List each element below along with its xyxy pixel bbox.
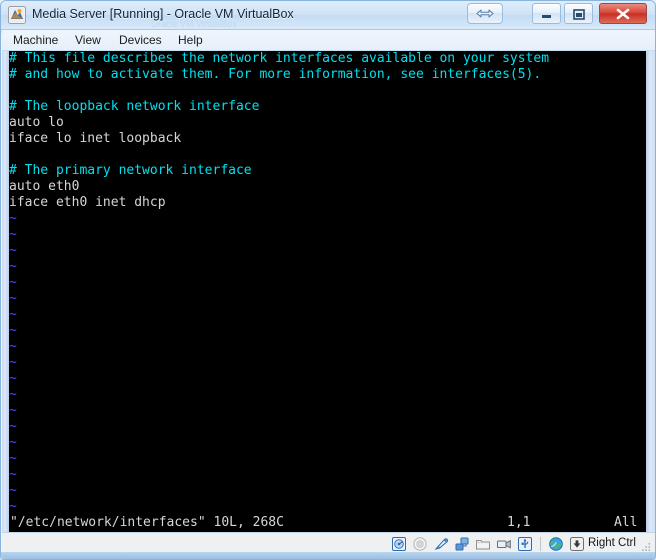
vim-tilde-marker: ~: [9, 499, 17, 514]
menu-item-machine[interactable]: Machine: [13, 33, 58, 49]
vim-line: auto eth0: [9, 179, 549, 195]
vim-status-line: "/etc/network/interfaces" 10L, 268C 1,1 …: [9, 514, 646, 532]
resize-button[interactable]: [467, 3, 503, 24]
display-icon[interactable]: [496, 536, 512, 552]
vim-line-text: auto lo: [9, 115, 64, 130]
vm-display-area[interactable]: # This file describes the network interf…: [2, 51, 655, 532]
virtualbox-icon: [8, 6, 26, 24]
vim-empty-line: ~: [9, 451, 549, 467]
vim-empty-line: ~: [9, 435, 549, 451]
virtualbox-window: Oracle VM VirtualBox Media Server [Runni…: [0, 0, 656, 560]
vim-line-text: [9, 83, 17, 98]
vim-tilde-marker: ~: [9, 339, 17, 354]
vim-line: iface lo inet loopback: [9, 131, 549, 147]
vm-left-edge: [2, 51, 9, 532]
vim-empty-line: ~: [9, 419, 549, 435]
statusbar-divider: [540, 537, 541, 551]
vim-tilde-marker: ~: [9, 211, 17, 226]
usb-icon[interactable]: [517, 536, 533, 552]
host-key-icon[interactable]: [569, 536, 585, 552]
vim-tilde-marker: ~: [9, 259, 17, 274]
resize-grip[interactable]: [640, 540, 652, 552]
vbox-status-bar: Right Ctrl: [2, 532, 655, 554]
vim-empty-line: ~: [9, 323, 549, 339]
floppy-disk-icon[interactable]: [433, 536, 449, 552]
vim-cursor-position: 1,1: [507, 515, 531, 530]
vim-line: auto lo: [9, 115, 549, 131]
vim-line: [9, 83, 549, 99]
vim-line: [9, 147, 549, 163]
vim-tilde-marker: ~: [9, 467, 17, 482]
menu-item-help[interactable]: Help: [178, 33, 203, 49]
vim-line-text: iface eth0 inet dhcp: [9, 195, 166, 210]
vim-line-text: # The loopback network interface: [9, 99, 260, 114]
vim-tilde-marker: ~: [9, 387, 17, 402]
vim-scroll-indicator: All: [614, 515, 638, 530]
vim-empty-line: ~: [9, 211, 549, 227]
menu-item-devices[interactable]: Devices: [119, 33, 162, 49]
cd-dvd-icon[interactable]: [412, 536, 428, 552]
vim-buffer: # This file describes the network interf…: [9, 51, 549, 515]
vim-line: iface eth0 inet dhcp: [9, 195, 549, 211]
hard-disk-icon[interactable]: [391, 536, 407, 552]
vim-line: # This file describes the network interf…: [9, 51, 549, 67]
close-button[interactable]: [599, 3, 647, 24]
title-bar[interactable]: Oracle VM VirtualBox Media Server [Runni…: [1, 1, 655, 30]
vim-tilde-marker: ~: [9, 243, 17, 258]
remote-desktop-icon[interactable]: [548, 536, 564, 552]
window-bottom-frame: [1, 552, 655, 559]
vim-tilde-marker: ~: [9, 451, 17, 466]
vim-empty-line: ~: [9, 483, 549, 499]
window-frame: Oracle VM VirtualBox Media Server [Runni…: [0, 0, 656, 560]
vim-empty-line: ~: [9, 227, 549, 243]
vim-file-info: "/etc/network/interfaces" 10L, 268C: [10, 515, 284, 530]
vim-tilde-marker: ~: [9, 435, 17, 450]
vim-empty-line: ~: [9, 403, 549, 419]
vim-line-text: # The primary network interface: [9, 163, 252, 178]
vim-empty-line: ~: [9, 387, 549, 403]
vim-empty-line: ~: [9, 291, 549, 307]
vim-tilde-marker: ~: [9, 403, 17, 418]
window-title: Media Server [Running] - Oracle VM Virtu…: [32, 7, 294, 21]
vim-tilde-marker: ~: [9, 291, 17, 306]
minimize-button[interactable]: [532, 3, 561, 24]
vim-empty-line: ~: [9, 243, 549, 259]
vim-line-text: iface lo inet loopback: [9, 131, 182, 146]
vim-tilde-marker: ~: [9, 371, 17, 386]
vim-line: # The primary network interface: [9, 163, 549, 179]
vim-tilde-marker: ~: [9, 227, 17, 242]
vim-tilde-marker: ~: [9, 483, 17, 498]
vim-line: # and how to activate them. For more inf…: [9, 67, 549, 83]
host-key-label: Right Ctrl: [588, 537, 636, 549]
vim-tilde-marker: ~: [9, 307, 17, 322]
vim-tilde-marker: ~: [9, 355, 17, 370]
menu-bar: Machine View Devices Help: [2, 30, 655, 51]
vim-empty-line: ~: [9, 499, 549, 515]
shared-folders-icon[interactable]: [475, 536, 491, 552]
vim-empty-line: ~: [9, 339, 549, 355]
vim-tilde-marker: ~: [9, 419, 17, 434]
vm-right-edge: [646, 51, 655, 532]
vim-line-text: # and how to activate them. For more inf…: [9, 67, 542, 82]
vim-empty-line: ~: [9, 467, 549, 483]
vim-empty-line: ~: [9, 307, 549, 323]
menu-item-view[interactable]: View: [75, 33, 101, 49]
vim-tilde-marker: ~: [9, 323, 17, 338]
vim-empty-line: ~: [9, 259, 549, 275]
vim-empty-line: ~: [9, 371, 549, 387]
vim-line-text: [9, 147, 17, 162]
maximize-button[interactable]: [564, 3, 593, 24]
vim-tilde-marker: ~: [9, 275, 17, 290]
vim-empty-line: ~: [9, 275, 549, 291]
network-icon[interactable]: [454, 536, 470, 552]
vim-line-text: auto eth0: [9, 179, 80, 194]
terminal-screen[interactable]: # This file describes the network interf…: [9, 51, 646, 532]
vim-line: # The loopback network interface: [9, 99, 549, 115]
titlebar-separator: [528, 4, 529, 25]
vim-line-text: # This file describes the network interf…: [9, 51, 550, 66]
vim-empty-line: ~: [9, 355, 549, 371]
